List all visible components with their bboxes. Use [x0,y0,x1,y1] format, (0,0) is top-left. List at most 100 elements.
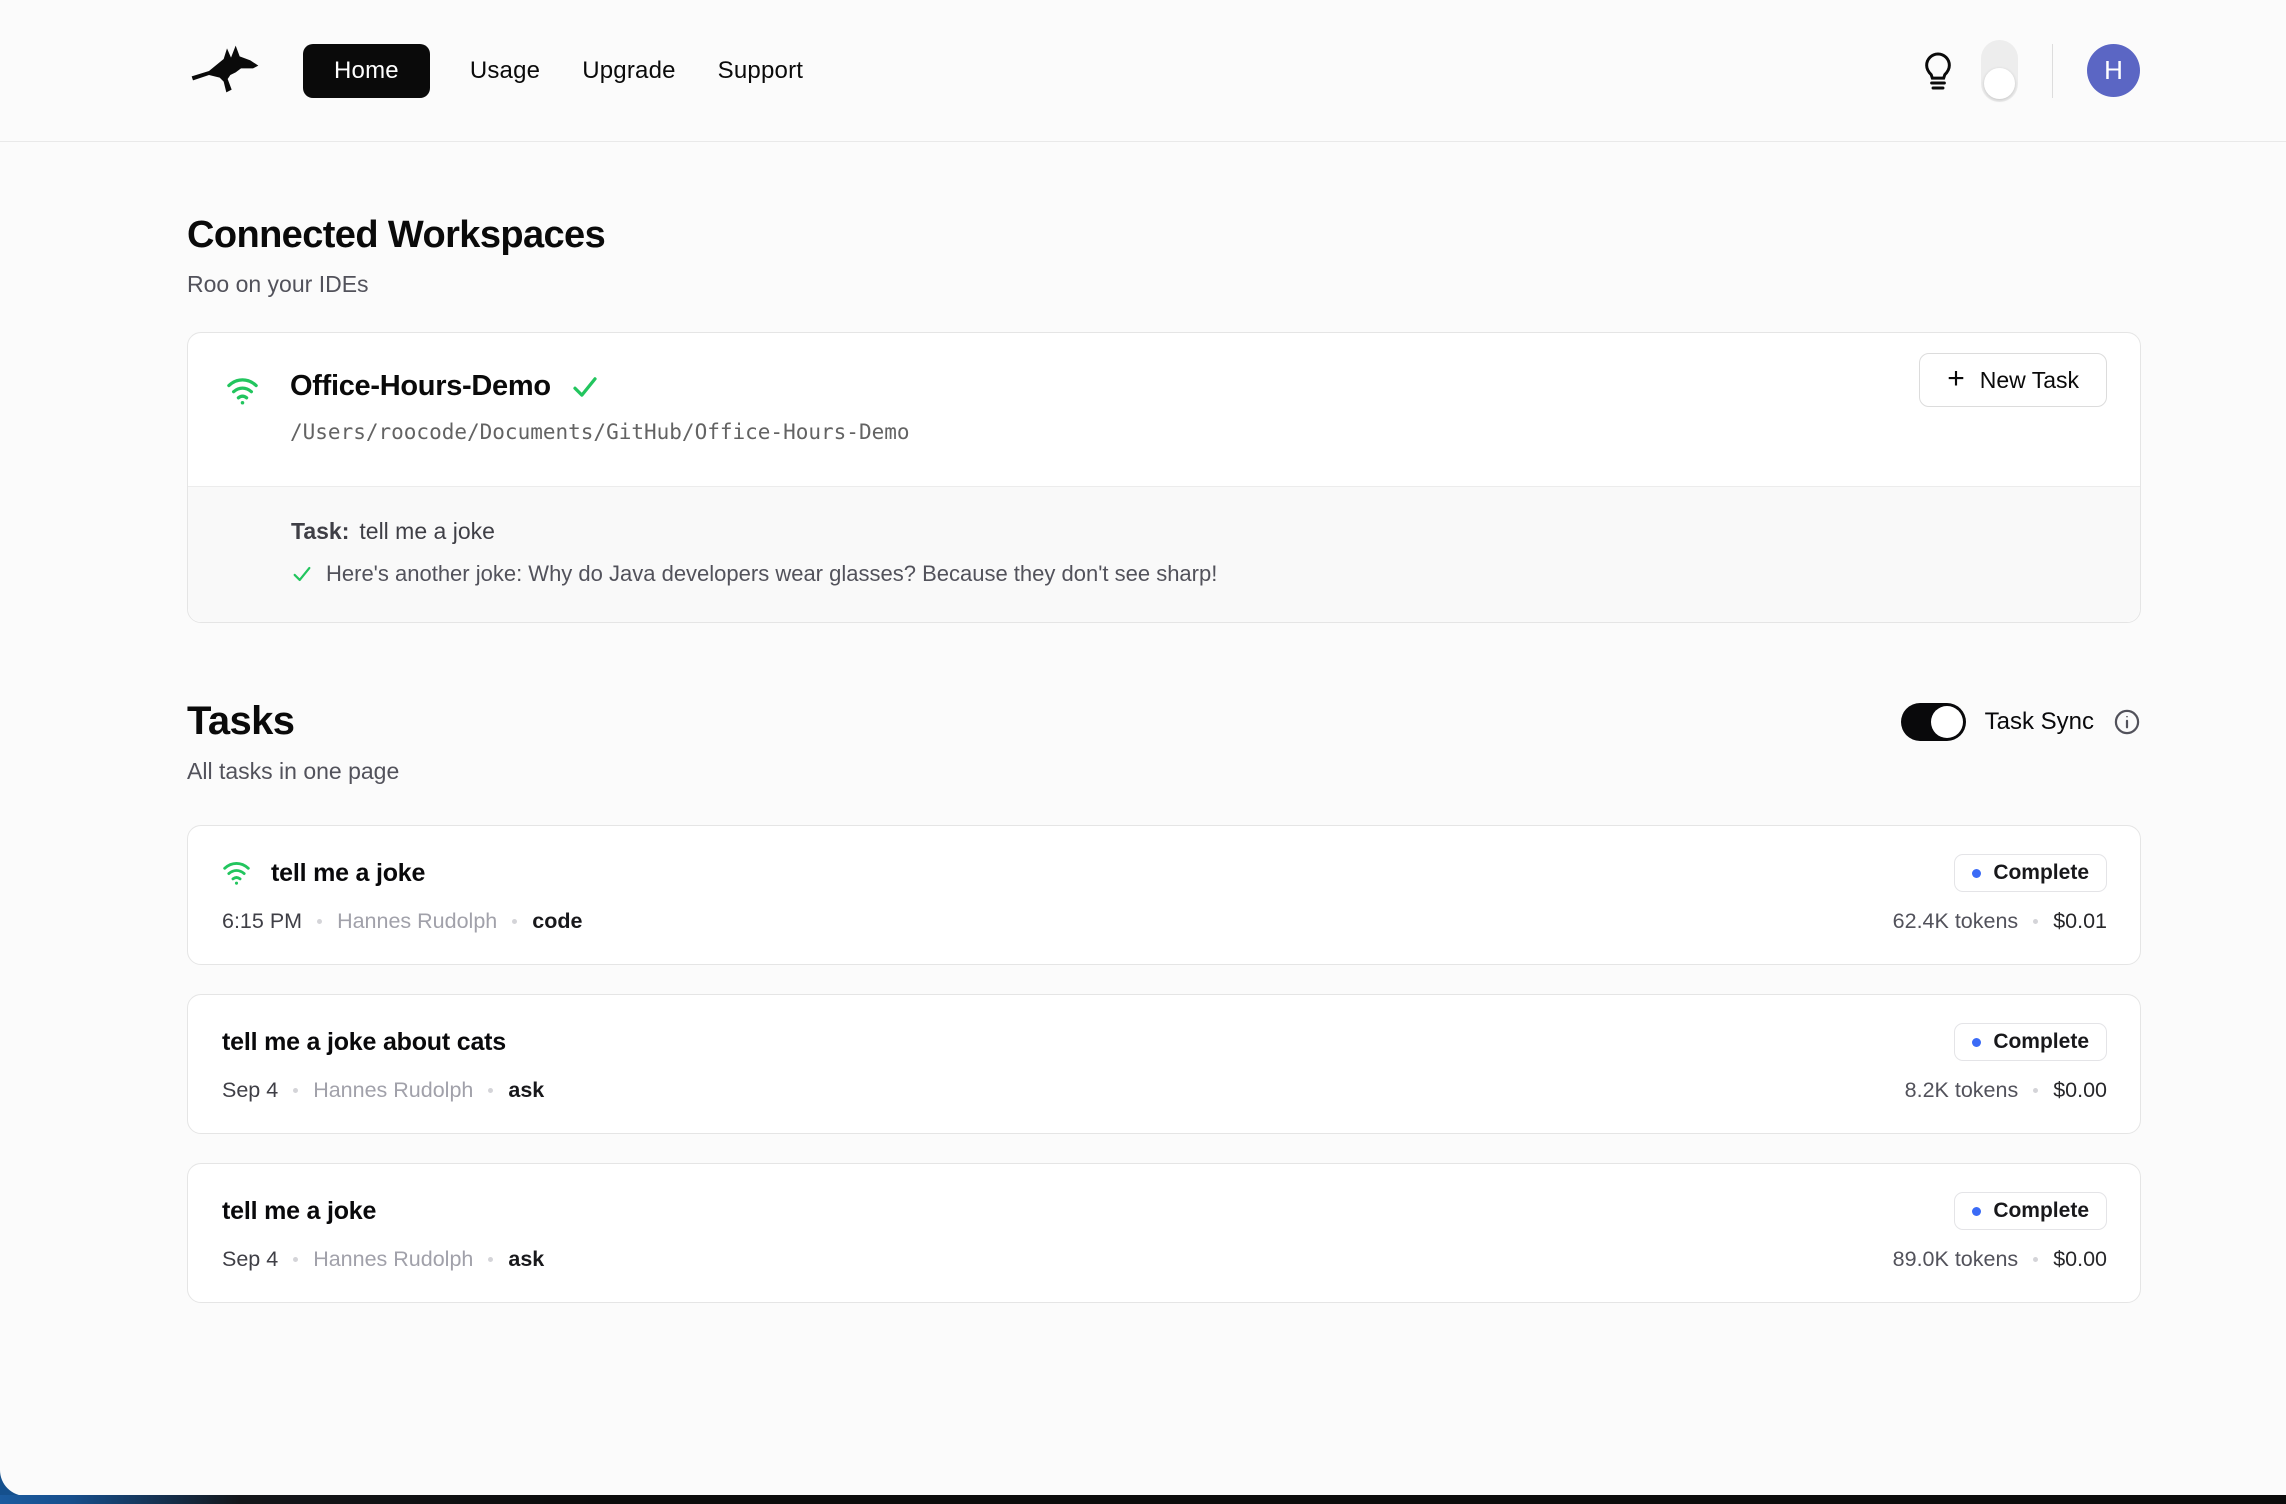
dot-separator [488,1088,493,1093]
workspace-task-result: Here's another joke: Why do Java develop… [291,561,2106,587]
workspace-task-line: Task: tell me a joke [291,518,2106,545]
status-badge: Complete [1954,854,2107,892]
task-time: 6:15 PM [222,909,302,934]
dot-separator [293,1088,298,1093]
status-label: Complete [1993,1199,2089,1223]
wifi-connected-icon [226,376,259,406]
wifi-connected-icon [222,860,251,886]
workspace-info: Office-Hours-Demo /Users/roocode/Documen… [290,370,910,444]
nav-item-support[interactable]: Support [716,44,805,98]
status-label: Complete [1993,1030,2089,1054]
nav-item-home[interactable]: Home [303,44,430,98]
task-row[interactable]: tell me a joke Complete 6:15 PM Hannes R… [187,825,2141,965]
task-meta-left: Sep 4 Hannes Rudolph ask [222,1247,544,1272]
info-icon[interactable] [2113,708,2141,736]
task-cost: $0.00 [2053,1247,2107,1272]
app-window: Home Usage Upgrade Support H [0,0,2286,1504]
dot-separator [488,1257,493,1262]
task-sync-label: Task Sync [1985,708,2094,736]
avatar[interactable]: H [2087,44,2140,97]
task-tokens: 89.0K tokens [1893,1247,2019,1272]
workspace-title-row: Office-Hours-Demo [290,370,910,403]
status-badge: Complete [1954,1023,2107,1061]
plus-icon: + [1947,364,1965,394]
theme-toggle-knob [1984,68,2015,99]
header-actions: H [1921,40,2140,102]
new-task-label: New Task [1980,367,2079,394]
workspace-name: Office-Hours-Demo [290,370,551,403]
task-text: tell me a joke [359,518,495,544]
new-task-button[interactable]: + New Task [1919,353,2107,407]
lightbulb-icon[interactable] [1921,51,1957,91]
task-row[interactable]: tell me a joke about cats Complete Sep 4… [187,994,2141,1134]
workspace-path: /Users/roocode/Documents/GitHub/Office-H… [290,420,910,444]
workspace-latest-task[interactable]: Task: tell me a joke Here's another joke:… [188,486,2140,622]
task-meta-left: 6:15 PM Hannes Rudolph code [222,909,582,934]
status-label: Complete [1993,861,2089,885]
nav-item-usage[interactable]: Usage [468,44,542,98]
tasks-title: Tasks [187,699,294,744]
dot-separator [317,919,322,924]
task-row-top: tell me a joke Complete [222,1192,2107,1230]
task-row-meta: 6:15 PM Hannes Rudolph code 62.4K tokens… [222,909,2107,934]
workspace-verified-check-icon [570,372,600,402]
tasks-subtitle: All tasks in one page [187,758,2141,785]
main-nav: Home Usage Upgrade Support [303,44,805,98]
task-sync-cluster: Task Sync [1901,703,2141,741]
task-meta-left: Sep 4 Hannes Rudolph ask [222,1078,544,1103]
status-badge: Complete [1954,1192,2107,1230]
task-meta-right: 62.4K tokens $0.01 [1893,909,2107,934]
status-dot [1972,1038,1981,1047]
task-cost: $0.01 [2053,909,2107,934]
task-mode: code [532,909,582,934]
task-row[interactable]: tell me a joke Complete Sep 4 Hannes Rud… [187,1163,2141,1303]
roo-kangaroo-logo-icon[interactable] [187,43,271,99]
task-mode: ask [508,1247,544,1272]
connected-workspaces-title: Connected Workspaces [187,214,2141,257]
dot-separator [512,919,517,924]
theme-toggle[interactable] [1981,40,2018,102]
status-dot [1972,869,1981,878]
task-mode: ask [508,1078,544,1103]
nav-item-upgrade[interactable]: Upgrade [580,44,677,98]
status-dot [1972,1207,1981,1216]
connected-workspaces-subtitle: Roo on your IDEs [187,271,2141,298]
task-tokens: 62.4K tokens [1893,909,2019,934]
task-row-title-group: tell me a joke [222,859,425,888]
task-user: Hannes Rudolph [313,1078,473,1103]
task-meta-right: 89.0K tokens $0.00 [1893,1247,2107,1272]
dot-separator [2033,1088,2038,1093]
result-check-icon [291,563,313,585]
main-content: Connected Workspaces Roo on your IDEs Of… [0,214,2286,1363]
roo-dashboard-page: Home Usage Upgrade Support H [0,0,2286,1496]
dot-separator [293,1257,298,1262]
dot-separator [2033,919,2038,924]
task-list: tell me a joke Complete 6:15 PM Hannes R… [187,825,2141,1363]
task-label: Task: [291,518,349,544]
task-row-title-group: tell me a joke [222,1197,376,1226]
task-time: Sep 4 [222,1247,278,1272]
task-meta-right: 8.2K tokens $0.00 [1905,1078,2107,1103]
task-row-title-group: tell me a joke about cats [222,1028,506,1057]
task-cost: $0.00 [2053,1078,2107,1103]
workspace-card: Office-Hours-Demo /Users/roocode/Documen… [187,332,2141,623]
task-row-meta: Sep 4 Hannes Rudolph ask 8.2K tokens $0.… [222,1078,2107,1103]
task-row-top: tell me a joke Complete [222,854,2107,892]
task-sync-toggle-knob [1931,706,1963,738]
task-user: Hannes Rudolph [337,909,497,934]
task-tokens: 8.2K tokens [1905,1078,2019,1103]
task-title: tell me a joke [271,859,425,888]
task-sync-toggle[interactable] [1901,703,1966,741]
task-user: Hannes Rudolph [313,1247,473,1272]
task-title: tell me a joke about cats [222,1028,506,1057]
tasks-header: Tasks Task Sync [187,699,2141,744]
workspace-card-header: Office-Hours-Demo /Users/roocode/Documen… [188,333,2140,486]
top-navbar: Home Usage Upgrade Support H [0,0,2286,142]
task-title: tell me a joke [222,1197,376,1226]
task-time: Sep 4 [222,1078,278,1103]
task-result-text: Here's another joke: Why do Java develop… [326,561,1217,587]
header-divider [2052,44,2053,98]
task-row-top: tell me a joke about cats Complete [222,1023,2107,1061]
background-window-edge [0,1495,2286,1504]
task-row-meta: Sep 4 Hannes Rudolph ask 89.0K tokens $0… [222,1247,2107,1272]
